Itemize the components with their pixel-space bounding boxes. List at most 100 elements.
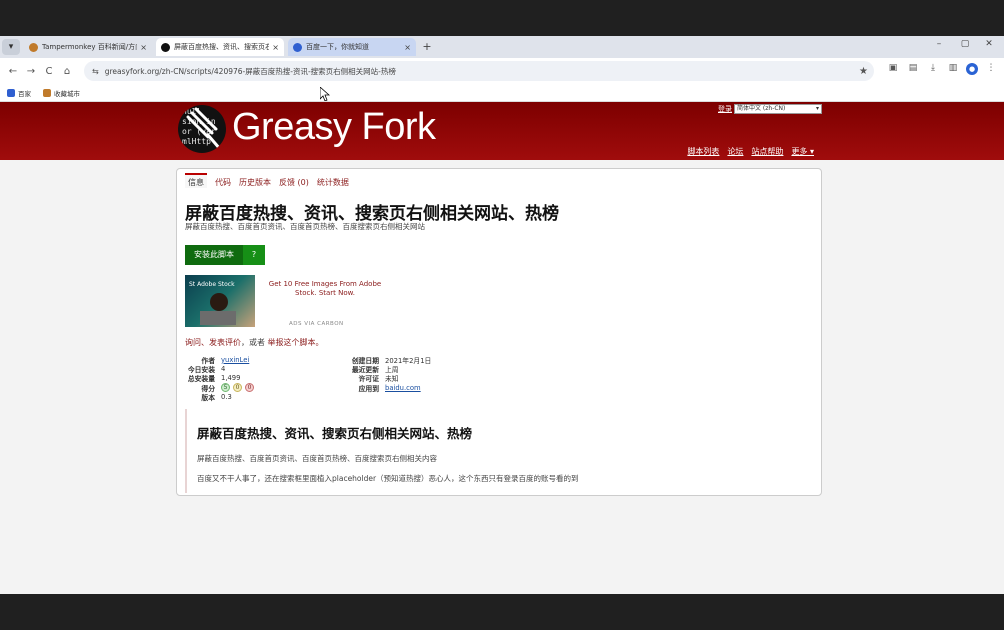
additional-line-1: 屏蔽百度热搜、百度首页资讯、百度首页热榜、百度搜索页右侧相关内容 xyxy=(197,454,437,463)
toolbar-icons: ▣ ▤ ⤓ ▥ ● ⋮ xyxy=(886,63,998,75)
nav-scripts-link[interactable]: 脚本列表 xyxy=(687,146,719,157)
page-content: nullsion inor (varmlHttp Greasy Fork 登录 … xyxy=(0,102,1004,594)
tab-label: 百度一下，你就知道 xyxy=(306,43,369,51)
tab-label: Tampermonkey 百科新闻/方向 xyxy=(42,43,138,51)
reload-button[interactable]: C xyxy=(40,66,58,77)
feedback-link[interactable]: 询问、发表评价 xyxy=(185,338,241,347)
tab-favicon-icon xyxy=(293,42,302,52)
bookmark-icon xyxy=(7,88,15,97)
tab-history[interactable]: 历史版本 xyxy=(239,173,271,188)
close-window-button[interactable]: ✕ xyxy=(978,39,1000,49)
meta-value: 4 xyxy=(221,365,226,374)
extension-icon[interactable]: ▣ xyxy=(886,63,900,75)
screen-top-border xyxy=(0,0,1004,36)
fork-icon xyxy=(186,107,222,151)
report-link[interactable]: 举报这个脚本。 xyxy=(268,338,324,347)
new-tab-button[interactable]: + xyxy=(420,40,434,54)
browser-tab[interactable]: Tampermonkey 百科新闻/方向 × xyxy=(24,38,152,56)
rating-badge[interactable]: 0 xyxy=(233,383,242,393)
bookmarks-bar: 百家 收藏城市 xyxy=(0,84,1004,102)
meta-right-column: 创建日期 2021年2月1日 最近更新 上周 许可证 未知 应用到 baidu.com xyxy=(337,355,432,393)
browser-window: ▾ Tampermonkey 百科新闻/方向 × 屏蔽百度热搜、资讯、搜索页右 × 百度… xyxy=(0,36,1004,594)
script-tabs: 信息 代码 历史版本 反馈 (0) 统计数据 xyxy=(185,173,349,188)
tab-close-icon[interactable]: × xyxy=(272,43,279,52)
nav-forum-link[interactable]: 论坛 xyxy=(727,146,743,157)
tab-search-button[interactable]: ▾ xyxy=(2,39,20,55)
menu-kebab-icon[interactable]: ⋮ xyxy=(984,63,998,75)
site-header: nullsion inor (varmlHttp Greasy Fork 登录 … xyxy=(0,102,1004,160)
ad-via-carbon[interactable]: ADS VIA CARBON xyxy=(289,321,344,327)
screen-bottom-border xyxy=(0,594,1004,630)
tab-favicon-icon xyxy=(161,42,170,52)
tab-stats[interactable]: 统计数据 xyxy=(317,173,349,188)
additional-title: 屏蔽百度热搜、资讯、搜索页右侧相关网站、热榜 xyxy=(197,426,473,441)
tab-favicon-icon xyxy=(29,42,38,52)
language-select[interactable]: 简体中文 (zh-CN) ▾ xyxy=(734,104,822,114)
site-info-icon[interactable]: ⇆ xyxy=(92,67,99,76)
meta-row: 最近更新 上周 xyxy=(337,364,431,374)
mouse-cursor-icon xyxy=(320,87,330,101)
bookmark-label: 百家 xyxy=(18,89,31,98)
bookmark-item[interactable]: 收藏城市 xyxy=(43,88,80,98)
meta-row: 得分 5 0 0 xyxy=(185,383,257,393)
side-panel-icon[interactable]: ▥ xyxy=(946,63,960,75)
additional-line-2: 百度又不干人事了，还在搜索框里面植入placeholder（预知道热搜）恶心人，… xyxy=(197,474,579,483)
minimize-button[interactable]: – xyxy=(928,39,950,49)
ad-text-link[interactable]: Get 10 Free Images From Adobe Stock. Sta… xyxy=(261,280,389,298)
profile-avatar[interactable]: ● xyxy=(966,63,978,75)
browser-tab[interactable]: 屏蔽百度热搜、资讯、搜索页右 × xyxy=(156,38,284,56)
rating-badge[interactable]: 5 xyxy=(221,383,230,393)
meta-row: 创建日期 2021年2月1日 xyxy=(337,355,432,365)
ad-laptop-shape xyxy=(200,311,236,325)
install-help-button[interactable]: ? xyxy=(243,245,265,265)
nav-help-link[interactable]: 站点帮助 xyxy=(751,146,783,157)
install-button[interactable]: 安装此脚本 xyxy=(185,245,243,265)
ad-image[interactable]: St Adobe Stock xyxy=(185,275,255,327)
bookmark-icon xyxy=(43,88,51,97)
url-text[interactable]: greasyfork.org/zh-CN/scripts/420976-屏蔽百度… xyxy=(105,66,396,77)
tab-info[interactable]: 信息 xyxy=(185,173,207,188)
nav-more-link[interactable]: 更多 ▾ xyxy=(791,146,814,157)
forward-button[interactable]: → xyxy=(22,66,40,77)
extensions-puzzle-icon[interactable]: ▤ xyxy=(906,63,920,75)
meta-key: 应用到 xyxy=(358,384,379,393)
meta-row: 许可证 未知 xyxy=(337,374,431,383)
script-info-card: 信息 代码 历史版本 反馈 (0) 统计数据 屏蔽百度热搜、资讯、搜索页右侧相关… xyxy=(176,168,822,496)
feedback-or-text: ，或者 xyxy=(241,338,265,347)
bookmark-star-icon[interactable]: ★ xyxy=(859,66,868,77)
navigation-bar: ← → C ⌂ ⇆ greasyfork.org/zh-CN/scripts/4… xyxy=(0,58,1004,84)
meta-row: 应用到 baidu.com xyxy=(337,383,431,393)
home-button[interactable]: ⌂ xyxy=(58,66,76,77)
meta-row: 作者 yuxinLei xyxy=(185,355,257,365)
tab-code[interactable]: 代码 xyxy=(215,173,231,188)
meta-value: 未知 xyxy=(385,375,399,384)
ad-badge-text: St Adobe Stock xyxy=(189,281,235,288)
back-button[interactable]: ← xyxy=(4,66,22,77)
bookmark-label: 收藏城市 xyxy=(54,89,80,98)
browser-tab[interactable]: 百度一下，你就知道 × xyxy=(288,38,416,56)
ad-person-shape xyxy=(210,293,228,311)
login-link[interactable]: 登录 xyxy=(718,104,732,114)
meta-value[interactable]: yuxinLei xyxy=(221,356,249,364)
language-select-value: 简体中文 (zh-CN) xyxy=(737,105,786,112)
site-title[interactable]: Greasy Fork xyxy=(232,106,436,149)
rating-badge[interactable]: 0 xyxy=(245,383,254,393)
meta-row: 版本 0.3 xyxy=(185,393,257,402)
tab-label: 屏蔽百度热搜、资讯、搜索页右 xyxy=(174,43,270,51)
download-icon[interactable]: ⤓ xyxy=(926,63,940,75)
tab-strip: ▾ Tampermonkey 百科新闻/方向 × 屏蔽百度热搜、资讯、搜索页右 × 百度… xyxy=(0,36,1004,58)
meta-value: 0.3 xyxy=(221,393,232,402)
meta-key: 版本 xyxy=(201,394,215,403)
tab-feedback[interactable]: 反馈 (0) xyxy=(279,173,309,188)
maximize-button[interactable]: ▢ xyxy=(954,39,976,49)
greasy-fork-logo-icon[interactable]: nullsion inor (varmlHttp xyxy=(178,105,226,153)
meta-row: 总安装量 1,499 xyxy=(185,374,257,383)
address-bar[interactable]: ⇆ greasyfork.org/zh-CN/scripts/420976-屏蔽… xyxy=(84,61,874,81)
tab-close-icon[interactable]: × xyxy=(404,43,411,52)
feedback-line: 询问、发表评价，或者 举报这个脚本。 xyxy=(185,337,324,348)
chevron-down-icon: ▾ xyxy=(815,105,819,112)
bookmark-item[interactable]: 百家 xyxy=(7,88,31,98)
tab-close-icon[interactable]: × xyxy=(140,43,147,52)
meta-value[interactable]: baidu.com xyxy=(385,384,421,392)
install-button-group: 安装此脚本 ? xyxy=(185,245,265,265)
